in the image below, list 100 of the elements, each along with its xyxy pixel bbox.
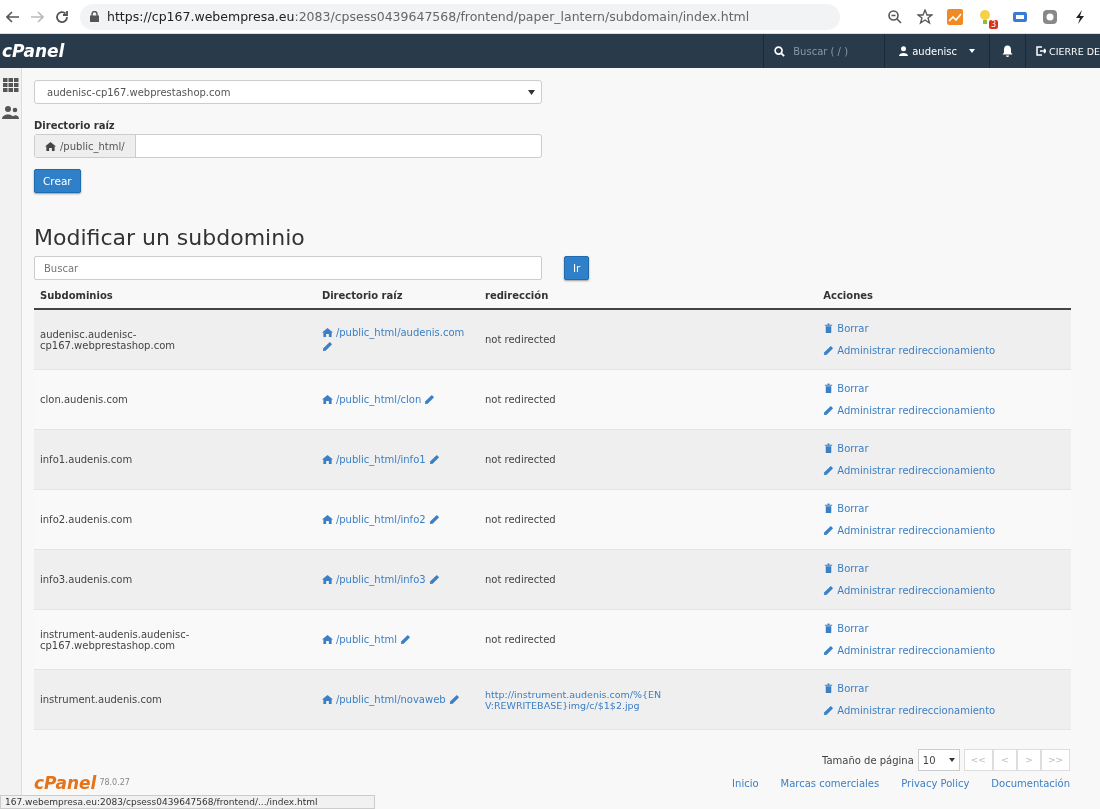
reload-icon[interactable] (54, 8, 70, 25)
domain-select[interactable]: audenisc-cp167.webprestashop.com (34, 80, 542, 104)
section-title: Modificar un subdominio (34, 225, 306, 250)
subdomain-cell: clon.audenis.com (40, 394, 128, 405)
column-header: redirección (485, 290, 549, 301)
trash-icon (823, 503, 835, 514)
edit-icon[interactable] (424, 394, 436, 405)
address-bar[interactable]: https://cp167.webempresa.eu:2083/cpsess0439647568/frontend/paper_lantern/subdomain/index.html (80, 3, 840, 30)
search-field[interactable]: Buscar (34, 256, 542, 280)
notification-badge: 3 (988, 19, 998, 29)
zoom-icon[interactable] (886, 8, 903, 25)
footer-link[interactable]: Inicio (732, 778, 759, 789)
column-header: Directorio raíz (321, 290, 403, 301)
trash-icon (823, 563, 835, 574)
edit-icon[interactable] (448, 694, 460, 705)
subdomain-cell: info2.audenis.com (40, 514, 133, 525)
home-icon (321, 634, 333, 645)
delete-link[interactable]: Borrar (823, 563, 869, 574)
redirect-cell: not redirected (485, 634, 556, 645)
caret-icon (948, 758, 955, 762)
footer-link[interactable]: Privacy Policy (901, 778, 970, 789)
subdomain-cell-text: audenisc.audenisc-cp167.webprestashop.com (40, 328, 176, 351)
redirect-cell: not redirected (485, 394, 556, 405)
s-extension-icon[interactable] (1042, 8, 1058, 25)
delete-link[interactable]: Borrar (823, 503, 869, 514)
footer-link[interactable]: Marcas comerciales (780, 778, 880, 789)
caret-icon (969, 49, 975, 53)
delete-link[interactable]: Borrar (823, 683, 869, 694)
home-icon (45, 140, 56, 152)
redirect-cell: not redirected (485, 454, 556, 465)
home-icon (321, 574, 333, 585)
cpanel-logo[interactable]: cPanel (34, 773, 97, 793)
url-tooltip: 167.webempresa.eu:2083/cpsess0439647568/frontend/.../index.html (0, 795, 375, 809)
delete-link[interactable]: Borrar (823, 323, 869, 334)
go-button[interactable]: Ir (564, 256, 590, 280)
caret-icon (528, 89, 535, 95)
delete-link[interactable]: Borrar (823, 443, 869, 454)
chart-extension-icon[interactable] (946, 8, 963, 25)
manage-redirect-link[interactable]: Administrar redireccionamiento (823, 585, 996, 596)
redirect-cell: not redirected (485, 514, 556, 525)
root-directory-link[interactable]: /public_html/info1 (335, 454, 426, 465)
pencil-icon (823, 585, 835, 596)
pencil-icon (823, 345, 835, 356)
lock-icon (90, 11, 99, 22)
home-icon (321, 514, 333, 525)
bell-icon[interactable] (1002, 45, 1013, 57)
search-icon (774, 45, 786, 57)
footer-link[interactable]: Documentación (991, 778, 1070, 789)
home-icon (321, 327, 333, 338)
pencil-icon (823, 525, 835, 536)
logout-button[interactable]: CIERRE DE (1025, 34, 1100, 68)
trash-icon (823, 623, 835, 634)
column-header: Acciones (823, 290, 873, 301)
cpanel-logo[interactable]: cPanel (0, 41, 65, 61)
root-directory-link[interactable]: /public_html/info3 (335, 574, 426, 585)
subdomain-cell: info3.audenis.com (40, 574, 133, 585)
create-button[interactable]: Crear (34, 169, 81, 193)
pencil-icon (823, 705, 835, 716)
user-menu[interactable]: audenisc (884, 34, 989, 68)
edit-icon[interactable] (428, 574, 440, 585)
back-icon[interactable] (6, 10, 20, 23)
edit-icon[interactable] (400, 634, 412, 645)
trash-icon (823, 323, 835, 334)
star-icon[interactable] (916, 8, 933, 25)
root-directory-link[interactable]: /public_html/audenis.com (335, 327, 465, 338)
manage-redirect-link[interactable]: Administrar redireccionamiento (823, 705, 996, 716)
delete-link[interactable]: Borrar (823, 623, 869, 634)
trash-icon (823, 383, 835, 394)
home-icon (321, 394, 333, 405)
field-label: Directorio raíz (34, 120, 116, 131)
root-directory-link[interactable]: /public_html/clon (335, 394, 422, 405)
manage-redirect-link[interactable]: Administrar redireccionamiento (823, 645, 996, 656)
home-icon (321, 454, 333, 465)
edit-icon[interactable] (428, 454, 440, 465)
page-size-select[interactable]: 10 (917, 749, 960, 771)
edit-icon[interactable] (321, 341, 333, 352)
edit-icon[interactable] (428, 514, 440, 525)
users-icon[interactable] (2, 106, 19, 119)
user-icon (899, 46, 909, 56)
manage-redirect-link[interactable]: Administrar redireccionamiento (823, 525, 996, 536)
delete-link[interactable]: Borrar (823, 383, 869, 394)
version-text: 78.0.27 (99, 778, 130, 787)
manage-redirect-link[interactable]: Administrar redireccionamiento (823, 405, 996, 416)
grid-icon[interactable] (2, 78, 19, 92)
root-directory-link[interactable]: /public_html/info2 (335, 514, 426, 525)
subdomain-cell: info1.audenis.com (40, 454, 133, 465)
column-header: Subdominios (40, 290, 113, 301)
root-directory-field[interactable]: /public_html/ (34, 134, 542, 158)
subdomain-cell: instrument.audenis.com (40, 694, 162, 705)
pencil-icon (823, 645, 835, 656)
header-search-field[interactable]: Buscar ( / ) (763, 34, 885, 68)
root-directory-link[interactable]: /public_html/novaweb (335, 694, 446, 705)
pencil-icon (823, 405, 835, 416)
manage-redirect-link[interactable]: Administrar redireccionamiento (823, 465, 996, 476)
home-icon (321, 694, 333, 705)
redirect-cell: not redirected (485, 574, 556, 585)
trash-icon (823, 443, 835, 454)
logout-icon (1036, 46, 1046, 56)
root-directory-link[interactable]: /public_html (335, 634, 398, 645)
manage-redirect-link[interactable]: Administrar redireccionamiento (823, 345, 996, 356)
